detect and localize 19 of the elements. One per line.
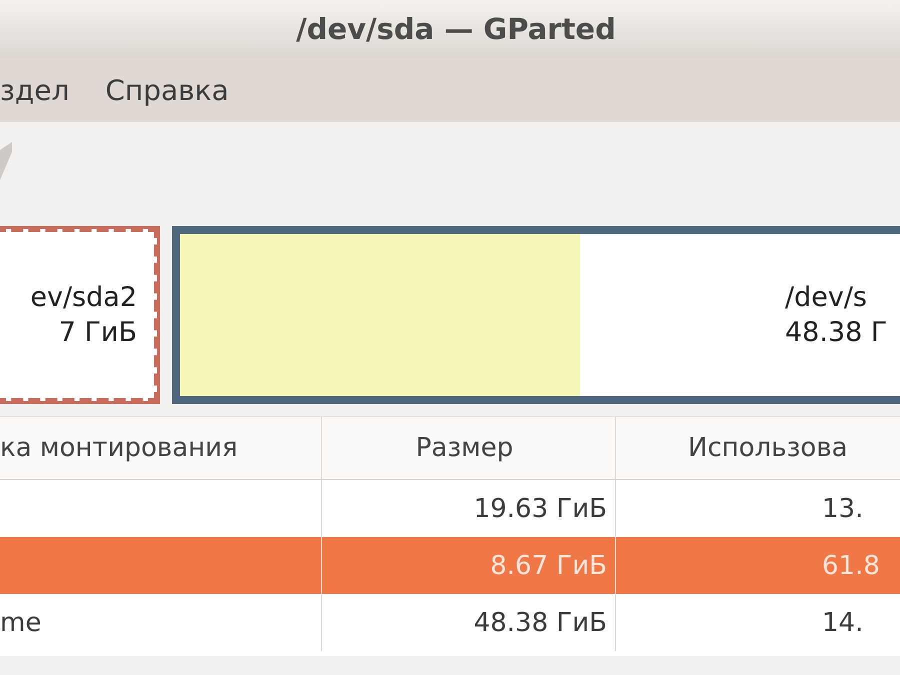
- table-cell: 8.67 ГиБ: [322, 537, 616, 594]
- table-row[interactable]: me 48.38 ГиБ 14.: [0, 594, 900, 651]
- table-cell-text: 61.8: [821, 550, 881, 582]
- window-title: /dev/sda — GParted: [295, 12, 616, 46]
- table-cell: 48.38 ГиБ: [322, 594, 616, 651]
- column-header[interactable]: Использова: [616, 417, 900, 479]
- partition-size: 48.38 Г: [785, 316, 888, 350]
- table-cell-text: 13.: [821, 492, 864, 526]
- partition-name: /dev/s: [785, 280, 868, 315]
- partition-block[interactable]: /dev/s 48.38 Г: [172, 226, 900, 404]
- partition-size: 7 ГиБ: [58, 316, 137, 350]
- table-cell-text: 14.: [821, 606, 864, 640]
- partition-block[interactable]: ev/sda2 7 ГиБ: [0, 226, 160, 404]
- menu-item[interactable]: здел: [0, 74, 70, 106]
- partition-name: ev/sda2: [30, 280, 137, 315]
- menu-item[interactable]: Справка: [105, 74, 229, 106]
- column-header[interactable]: Размер: [322, 417, 616, 479]
- column-header[interactable]: ка монтирования: [0, 417, 322, 479]
- table-cell: me: [0, 594, 322, 651]
